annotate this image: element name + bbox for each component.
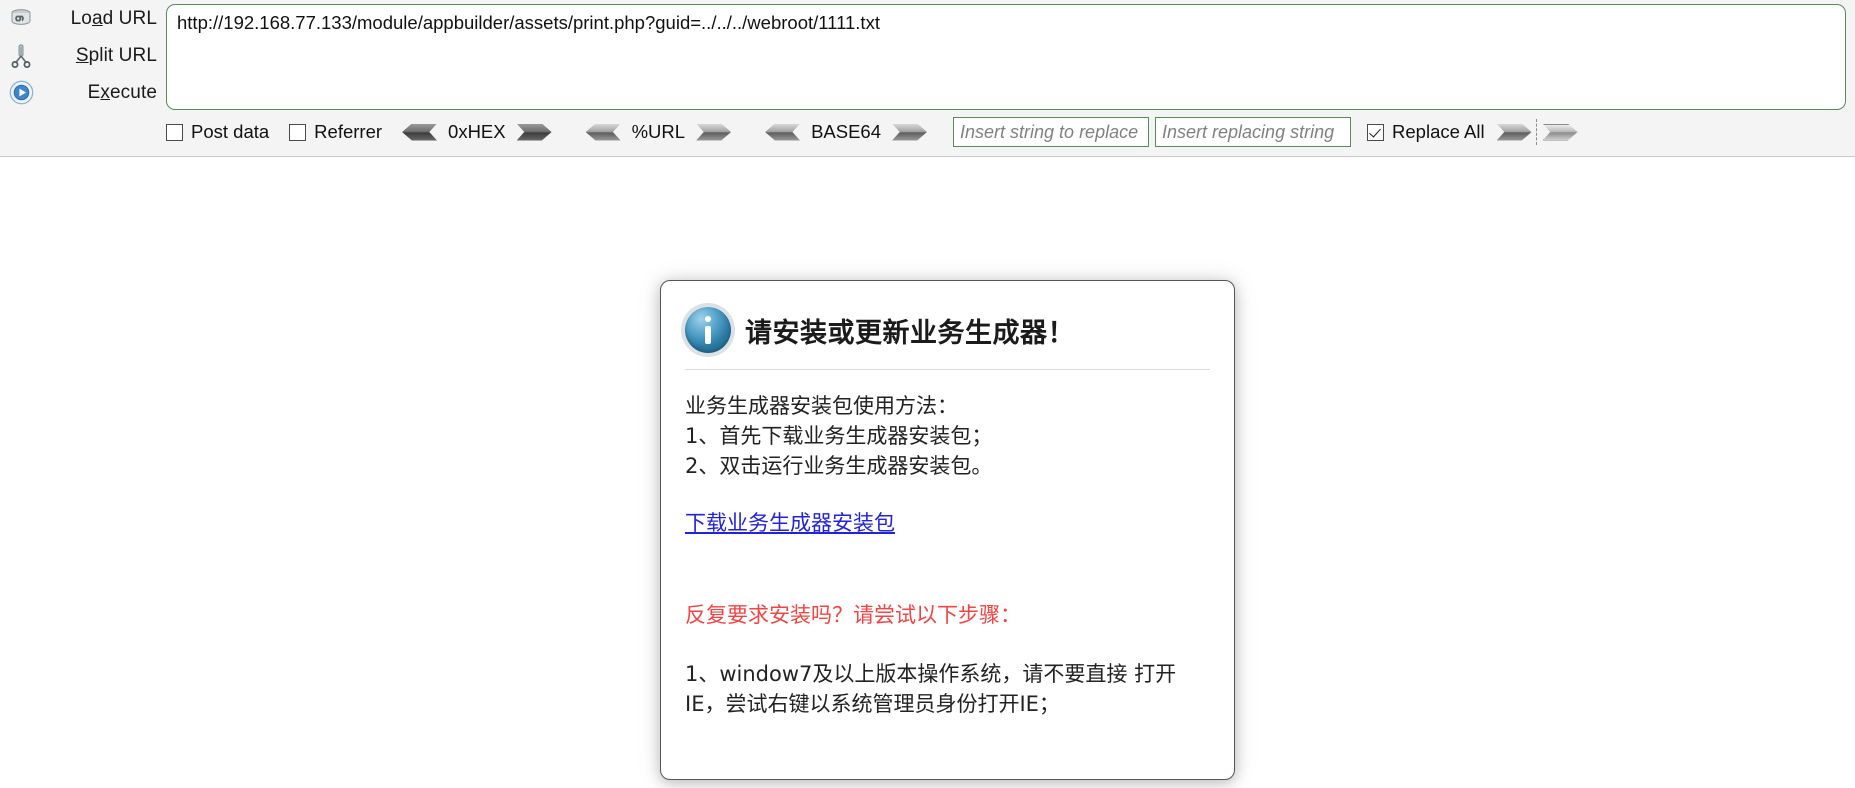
hex-encoder-group: 0xHEX	[402, 121, 552, 143]
url-input[interactable]: http://192.168.77.133/module/appbuilder/…	[166, 4, 1846, 110]
execute-button[interactable]: Execute	[0, 74, 165, 111]
replace-apply-arrow-icon[interactable]	[1496, 123, 1532, 141]
hex-decode-arrow-icon[interactable]	[402, 123, 438, 141]
base64-encode-arrow-icon[interactable]	[892, 123, 928, 141]
replace-all-checkbox-box[interactable]	[1367, 123, 1385, 141]
install-notice-dialog: 请安装或更新业务生成器！ 业务生成器安装包使用方法： 1、首先下载业务生成器安装…	[660, 280, 1235, 780]
info-icon	[685, 307, 731, 353]
referrer-checkbox[interactable]: Referrer	[289, 121, 382, 143]
url-input-value: http://192.168.77.133/module/appbuilder/…	[177, 12, 880, 33]
toolbar-divider	[1535, 119, 1537, 145]
hex-encode-arrow-icon[interactable]	[516, 123, 552, 141]
scissors-icon	[4, 44, 38, 68]
troubleshooting-steps: 1、window7及以上版本操作系统，请不要直接 打开IE，尝试右键以系统管理员…	[685, 659, 1210, 720]
replace-extra-arrow-icon[interactable]	[1542, 123, 1578, 141]
load-url-button[interactable]: Load URL	[0, 0, 165, 37]
referrer-checkbox-box[interactable]	[289, 123, 307, 141]
base64-decode-arrow-icon[interactable]	[765, 123, 801, 141]
replace-all-checkbox[interactable]: Replace All	[1367, 121, 1485, 143]
replace-search-input[interactable]: Insert string to replace	[953, 117, 1150, 147]
replace-with-input[interactable]: Insert replacing string	[1155, 117, 1352, 147]
hackbar-panel: Load URL Split URL Execute http://192.16…	[0, 0, 1855, 157]
repeat-install-warning: 反复要求安装吗？请尝试以下步骤：	[685, 603, 1021, 628]
url-encoder-label: %URL	[631, 121, 686, 142]
replace-all-label: Replace All	[1392, 121, 1485, 142]
replace-with-placeholder: Insert replacing string	[1162, 121, 1335, 142]
load-url-label: Load URL	[70, 7, 157, 29]
base64-label: BASE64	[811, 121, 882, 142]
hackbar-options-toolbar: Post data Referrer 0xHEX %URL BASE64 Ins…	[166, 115, 1578, 149]
base64-encoder-group: BASE64	[765, 121, 928, 143]
instruction-line-1: 业务生成器安装包使用方法：	[685, 394, 958, 418]
split-url-button[interactable]: Split URL	[0, 37, 165, 74]
instruction-line-2: 1、首先下载业务生成器安装包；	[685, 423, 993, 448]
post-data-checkbox-box[interactable]	[166, 123, 183, 141]
split-url-label: Split URL	[75, 44, 157, 66]
referrer-label: Referrer	[314, 121, 383, 142]
hex-label: 0xHEX	[448, 121, 506, 142]
download-package-link[interactable]: 下载业务生成器安装包	[685, 507, 895, 537]
play-circle-icon	[4, 80, 38, 105]
execute-label: Execute	[87, 81, 157, 103]
url-encoder-group: %URL	[585, 121, 732, 143]
url-encode-arrow-icon[interactable]	[696, 123, 732, 141]
post-data-label: Post data	[191, 121, 270, 142]
load-url-icon	[4, 8, 38, 30]
dialog-instructions: 业务生成器安装包使用方法： 1、首先下载业务生成器安装包； 2、双击运行业务生成…	[685, 392, 1210, 481]
dialog-header: 请安装或更新业务生成器！	[685, 307, 1210, 370]
replace-search-placeholder: Insert string to replace	[960, 121, 1139, 142]
post-data-checkbox[interactable]: Post data	[166, 121, 269, 143]
step-line-1: 1、window7及以上版本操作系统，请不要直接	[685, 661, 1128, 686]
dialog-title: 请安装或更新业务生成器！	[745, 317, 1075, 349]
hackbar-command-column: Load URL Split URL Execute	[0, 0, 165, 157]
url-decode-arrow-icon[interactable]	[585, 123, 621, 141]
page-content: 请安装或更新业务生成器！ 业务生成器安装包使用方法： 1、首先下载业务生成器安装…	[0, 157, 1855, 788]
instruction-line-3: 2、双击运行业务生成器安装包。	[685, 453, 993, 478]
